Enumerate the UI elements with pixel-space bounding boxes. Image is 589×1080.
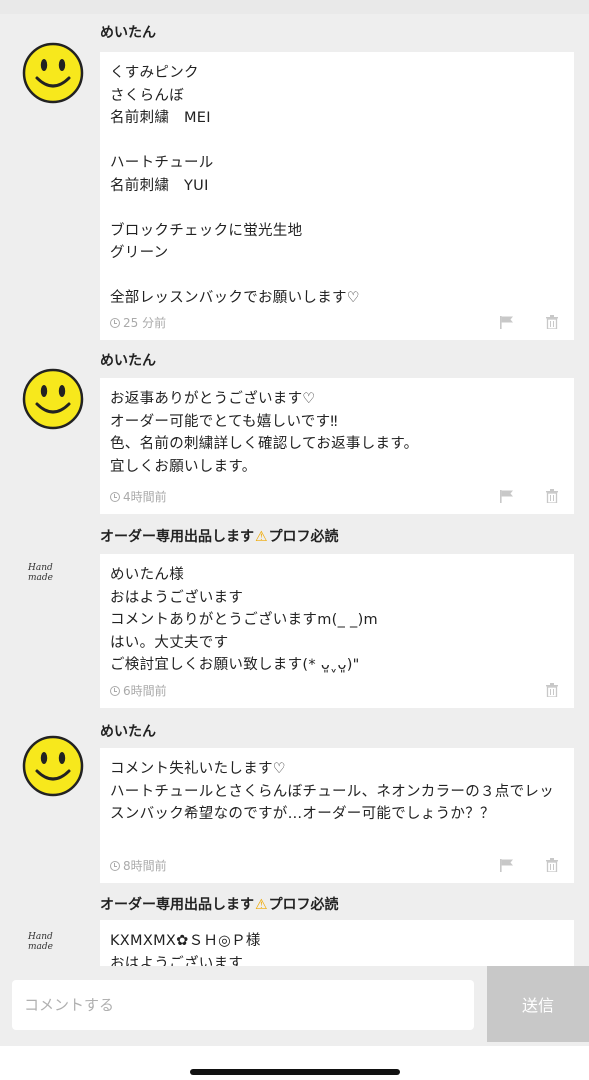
delete-trash-icon[interactable] (546, 315, 558, 329)
report-flag-icon[interactable] (500, 859, 514, 872)
shop-avatar-logo[interactable]: Hand made (28, 932, 80, 952)
comment-text: くすみピンク さくらんぼ 名前刺繍 MEI ハートチュール 名前刺繍 YUI ブ… (110, 65, 361, 306)
comment-timestamp: 6時間前 (110, 682, 167, 699)
comment-item: めいたん くすみピンク さくらんぼ 名前刺繍 MEI ハートチュール 名前刺繍 … (0, 22, 589, 352)
comment-author: オーダー専用出品します⚠プロフ必読 (100, 529, 339, 545)
comment-text: めいたん様 おはようございます コメントありがとうございますm(_ _)m はい… (110, 567, 378, 673)
comment-item: Hand made オーダー専用出品します⚠プロフ必読 めいたん様 おはようござ… (0, 526, 589, 711)
top-bar (0, 0, 589, 14)
comment-bubble: めいたん様 おはようございます コメントありがとうございますm(_ _)m はい… (100, 554, 574, 708)
comment-timestamp: 8時間前 (110, 857, 167, 874)
shop-avatar-logo[interactable]: Hand made (28, 563, 80, 583)
delete-trash-icon[interactable] (546, 858, 558, 872)
timestamp-text: 4時間前 (123, 490, 167, 504)
comment-item: めいたん お返事ありがとうございます♡ オーダー可能でとても嬉しいです‼︎ 色、… (0, 350, 589, 520)
comment-input[interactable] (12, 980, 474, 1030)
send-button[interactable]: 送信 (487, 966, 589, 1042)
clock-icon (110, 317, 120, 328)
comment-bubble: コメント失礼いたします♡ ハートチュールとさくらんぼチュール、ネオンカラーの３点… (100, 748, 574, 883)
comment-text: お返事ありがとうございます♡ オーダー可能でとても嬉しいです‼︎ 色、名前の刺繍… (110, 391, 419, 475)
comment-author: めいたん (100, 353, 156, 369)
comment-author: めいたん (100, 25, 156, 41)
report-flag-icon[interactable] (500, 490, 514, 503)
comment-timestamp: 4時間前 (110, 488, 167, 505)
delete-trash-icon[interactable] (546, 489, 558, 503)
clock-icon (110, 685, 120, 696)
brand-logo-text: Hand made (28, 932, 53, 952)
comment-bubble: くすみピンク さくらんぼ 名前刺繍 MEI ハートチュール 名前刺繍 YUI ブ… (100, 52, 574, 340)
comment-input-bar: 送信 (0, 966, 589, 1046)
comment-timestamp: 25 分前 (110, 314, 166, 331)
warning-icon: ⚠ (255, 897, 268, 913)
comment-bubble: お返事ありがとうございます♡ オーダー可能でとても嬉しいです‼︎ 色、名前の刺繍… (100, 378, 574, 514)
comment-text: KXMXMX✿ＳＨ◎Ｐ様 おはようございます (110, 933, 261, 966)
timestamp-text: 8時間前 (123, 859, 167, 873)
timestamp-text: 25 分前 (123, 316, 167, 330)
report-flag-icon[interactable] (500, 316, 514, 329)
smiley-avatar-icon[interactable] (22, 42, 84, 104)
clock-icon (110, 860, 120, 871)
brand-logo-text: Hand made (28, 563, 53, 583)
comment-item: Hand made オーダー専用出品します⚠プロフ必読 KXMXMX✿ＳＨ◎Ｐ様… (0, 894, 589, 966)
smiley-avatar-icon[interactable] (22, 735, 84, 797)
clock-icon (110, 491, 120, 502)
comment-author: めいたん (100, 724, 156, 740)
send-button-label: 送信 (521, 996, 554, 1015)
smiley-avatar-icon[interactable] (22, 368, 84, 430)
comment-text: コメント失礼いたします♡ ハートチュールとさくらんぼチュール、ネオンカラーの３点… (110, 761, 554, 822)
home-indicator[interactable] (190, 1069, 400, 1075)
timestamp-text: 6時間前 (123, 684, 167, 698)
comment-bubble: KXMXMX✿ＳＨ◎Ｐ様 おはようございます (100, 920, 574, 966)
comment-item: めいたん コメント失礼いたします♡ ハートチュールとさくらんぼチュール、ネオンカ… (0, 721, 589, 886)
comment-author: オーダー専用出品します⚠プロフ必読 (100, 897, 339, 913)
delete-trash-icon[interactable] (546, 683, 558, 697)
warning-icon: ⚠ (255, 529, 268, 545)
